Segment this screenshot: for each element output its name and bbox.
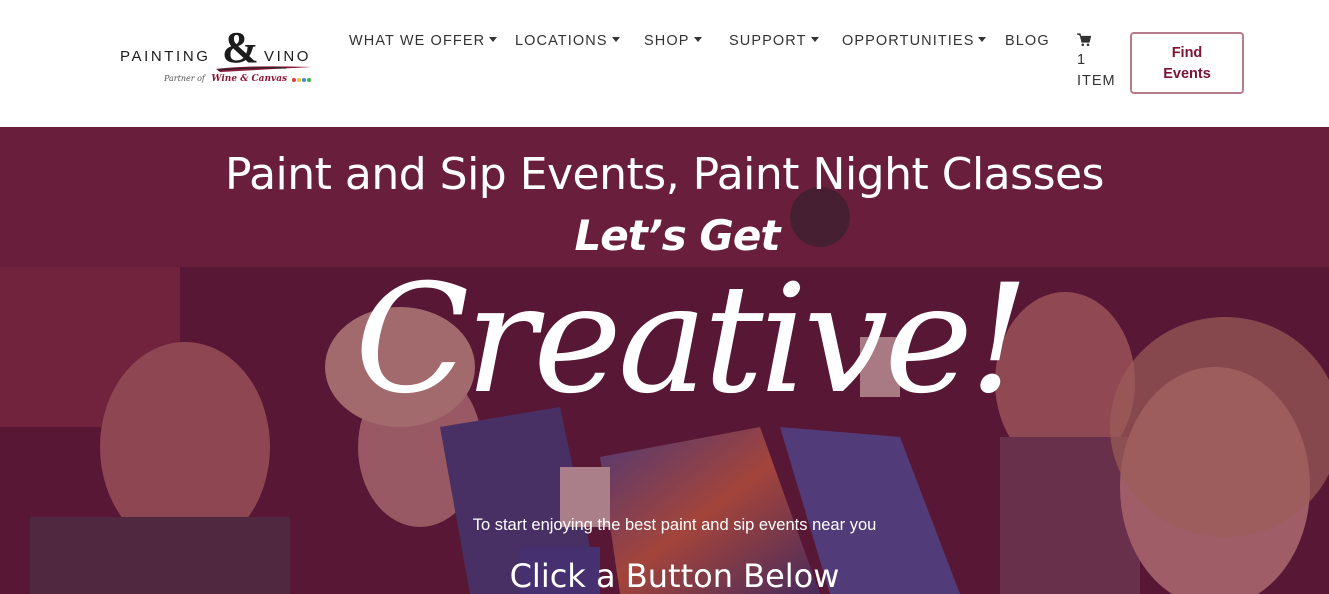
find-events-line2: Events [1163,66,1211,82]
logo-partner-prefix: Partner of [164,74,205,83]
hero-script-word: Creative! [354,253,1030,427]
nav-shop[interactable]: SHOP [644,33,702,49]
caret-down-icon [611,37,620,42]
logo-text-right: VINO [264,48,312,65]
hero-title: Paint and Sip Events, Paint Night Classe… [225,149,1104,200]
logo-swoosh-icon [216,66,312,72]
site-logo[interactable]: PAINTING & VINO Partner of Wine & Canvas [118,26,318,94]
nav-blog[interactable]: BLOG [1005,33,1050,49]
nav-opportunities[interactable]: OPPORTUNITIES [842,33,987,49]
logo-partner-line: Partner of Wine & Canvas [164,74,312,84]
nav-label: SHOP [644,33,690,49]
nav-label: LOCATIONS [515,33,608,49]
palette-dots-icon [291,75,312,84]
cart-icon [1077,33,1091,47]
find-events-line1: Find [1171,45,1203,61]
nav-support[interactable]: SUPPORT [729,33,819,49]
nav-what-we-offer[interactable]: WHAT WE OFFER [349,33,498,49]
site-header: PAINTING & VINO Partner of Wine & Canvas… [0,0,1329,127]
cart-link[interactable]: 1 ITEM [1077,33,1121,92]
nav-label: WHAT WE OFFER [349,33,486,49]
caret-down-icon [978,37,987,42]
logo-partner-brand: Wine & Canvas [211,74,288,84]
find-events-button[interactable]: Find Events [1130,32,1244,94]
logo-text-left: PAINTING [120,48,211,65]
caret-down-icon [810,37,819,42]
hero-cta-title: Click a Button Below [509,557,840,594]
cart-unit: ITEM [1077,73,1116,89]
nav-locations[interactable]: LOCATIONS [515,33,620,49]
nav-label: BLOG [1005,33,1050,49]
caret-down-icon [489,37,498,42]
caret-down-icon [693,37,702,42]
hero-section: Paint and Sip Events, Paint Night Classe… [0,127,1329,594]
nav-label: SUPPORT [729,33,807,49]
nav-label: OPPORTUNITIES [842,33,975,49]
hero-body-text: To start enjoying the best paint and sip… [472,516,877,534]
cart-count: 1 [1077,52,1087,68]
